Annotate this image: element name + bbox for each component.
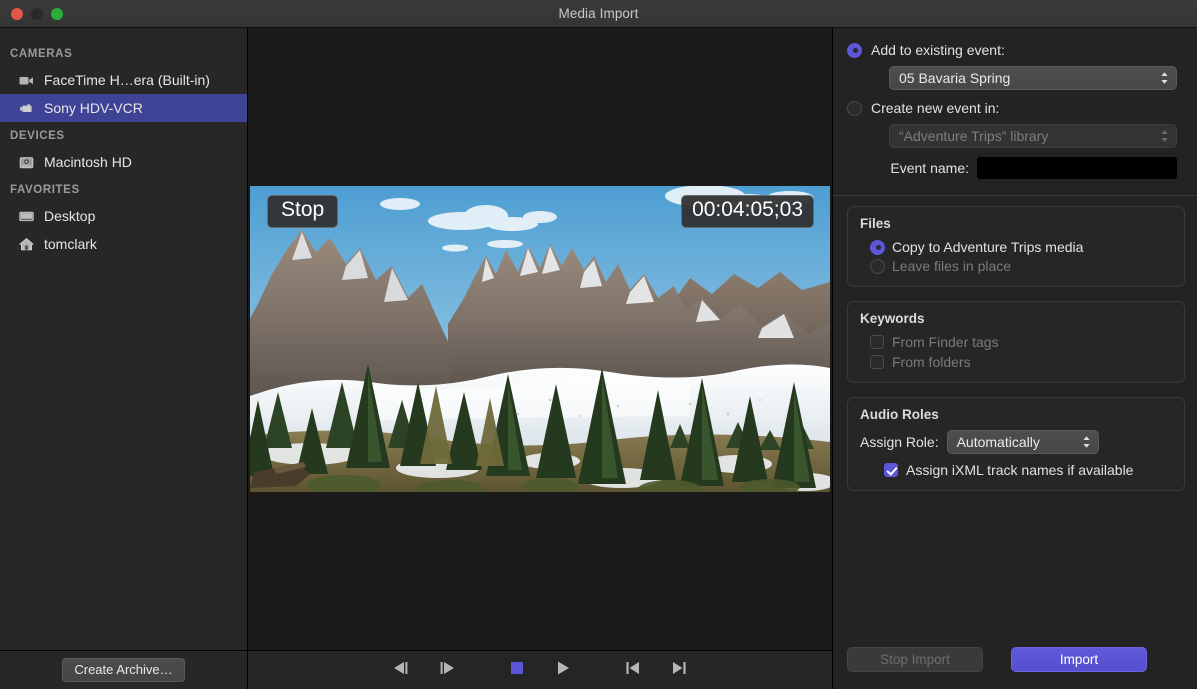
create-new-event-row[interactable]: Create new event in: — [847, 100, 1185, 116]
sidebar-item-tomclark[interactable]: tomclark — [0, 230, 247, 258]
library-select[interactable]: “Adventure Trips” library — [889, 124, 1177, 148]
title-bar: Media Import — [0, 0, 1197, 28]
zoom-button[interactable] — [51, 8, 63, 20]
copy-to-media-row[interactable]: Copy to Adventure Trips media — [870, 239, 1172, 255]
step-forward-button[interactable] — [424, 655, 470, 685]
timecode-display: 00:04:05;03 — [681, 195, 814, 228]
play-button[interactable] — [540, 655, 586, 685]
skip-to-end-icon — [670, 660, 688, 681]
import-button[interactable]: Import — [1011, 647, 1147, 672]
keywords-group: Keywords From Finder tags From folders — [847, 301, 1185, 383]
from-finder-tags-checkbox[interactable] — [870, 335, 884, 349]
traffic-lights — [11, 8, 63, 20]
leave-files-in-place-row[interactable]: Leave files in place — [870, 258, 1172, 274]
sidebar-item-macintosh-hd[interactable]: Macintosh HD — [0, 148, 247, 176]
create-new-event-radio[interactable] — [847, 101, 862, 116]
from-folders-label: From folders — [892, 354, 971, 370]
close-button[interactable] — [11, 8, 23, 20]
existing-event-select[interactable]: 05 Bavaria Spring — [889, 66, 1177, 90]
leave-files-in-place-label: Leave files in place — [892, 258, 1011, 274]
sidebar-footer: Create Archive… — [0, 650, 247, 689]
step-backward-button[interactable] — [378, 655, 424, 685]
sidebar-item-sony-hdv-vcr[interactable]: Sony HDV-VCR — [0, 94, 247, 122]
import-inspector: Add to existing event: 05 Bavaria Spring… — [833, 28, 1197, 689]
files-group-title: Files — [860, 216, 1172, 231]
from-finder-tags-row[interactable]: From Finder tags — [870, 334, 1172, 350]
sidebar-item-label: Macintosh HD — [44, 154, 132, 170]
step-forward-icon — [437, 660, 457, 681]
window-title: Media Import — [0, 6, 1197, 21]
existing-event-value: 05 Bavaria Spring — [899, 70, 1010, 86]
files-group: Files Copy to Adventure Trips media Leav… — [847, 206, 1185, 287]
fast-forward-button[interactable] — [656, 655, 702, 685]
status-badge: Stop — [267, 195, 338, 228]
step-backward-icon — [391, 660, 411, 681]
stop-square-icon — [509, 660, 525, 681]
add-to-existing-event-radio[interactable] — [847, 43, 862, 58]
home-icon — [18, 236, 35, 253]
audio-roles-group-title: Audio Roles — [860, 407, 1172, 422]
chevron-updown-icon — [1160, 71, 1169, 85]
leave-files-in-place-radio[interactable] — [870, 259, 885, 274]
copy-to-media-radio[interactable] — [870, 240, 885, 255]
transport-controls — [248, 650, 832, 689]
from-finder-tags-label: From Finder tags — [892, 334, 999, 350]
assign-ixml-label: Assign iXML track names if available — [906, 462, 1133, 478]
assign-role-value: Automatically — [957, 434, 1040, 450]
minimize-button[interactable] — [31, 8, 43, 20]
event-name-input[interactable] — [977, 157, 1177, 179]
assign-role-select[interactable]: Automatically — [947, 430, 1099, 454]
stop-button[interactable] — [494, 655, 540, 685]
audio-roles-group: Audio Roles Assign Role: Automatically A… — [847, 397, 1185, 491]
mountain-scene-image — [250, 186, 830, 492]
sidebar-item-desktop[interactable]: Desktop — [0, 202, 247, 230]
camcorder-icon — [18, 100, 35, 117]
keywords-group-title: Keywords — [860, 311, 1172, 326]
assign-role-row: Assign Role: Automatically — [860, 430, 1172, 454]
sidebar-item-label: tomclark — [44, 236, 97, 252]
assign-ixml-checkbox[interactable] — [884, 463, 898, 477]
library-value: “Adventure Trips” library — [899, 128, 1048, 144]
sidebar-section-header-favorites: FAVORITES — [0, 176, 247, 202]
from-folders-row[interactable]: From folders — [870, 354, 1172, 370]
create-new-event-label: Create new event in: — [871, 100, 999, 116]
play-icon — [554, 660, 572, 681]
media-import-window: Media Import CAMERAS FaceTime H…era (Bui… — [0, 0, 1197, 689]
add-to-existing-event-row[interactable]: Add to existing event: — [847, 42, 1185, 58]
assign-ixml-row[interactable]: Assign iXML track names if available — [884, 462, 1172, 478]
copy-to-media-label: Copy to Adventure Trips media — [892, 239, 1083, 255]
chevron-updown-icon — [1160, 129, 1169, 143]
skip-to-start-icon — [624, 660, 642, 681]
from-folders-checkbox[interactable] — [870, 355, 884, 369]
add-to-existing-event-label: Add to existing event: — [871, 42, 1005, 58]
sidebar-item-label: Desktop — [44, 208, 95, 224]
inspector-divider-1 — [833, 195, 1197, 196]
inspector-actions: Stop Import Import — [847, 647, 1185, 689]
sidebar-list: CAMERAS FaceTime H…era (Built-in) Sony H… — [0, 28, 247, 650]
assign-role-label: Assign Role: — [860, 434, 939, 450]
preview-pane: Stop 00:04:05;03 — [248, 28, 833, 689]
desktop-icon — [18, 208, 35, 225]
sidebar-section-header-devices: DEVICES — [0, 122, 247, 148]
sidebar: CAMERAS FaceTime H…era (Built-in) Sony H… — [0, 28, 248, 689]
sidebar-section-header-cameras: CAMERAS — [0, 40, 247, 66]
sidebar-item-label: Sony HDV-VCR — [44, 100, 143, 116]
video-preview[interactable]: Stop 00:04:05;03 — [250, 186, 830, 492]
sidebar-item-facetime-camera[interactable]: FaceTime H…era (Built-in) — [0, 66, 247, 94]
sidebar-item-label: FaceTime H…era (Built-in) — [44, 72, 210, 88]
event-name-label: Event name: — [869, 160, 969, 176]
stop-import-button[interactable]: Stop Import — [847, 647, 983, 672]
chevron-updown-icon — [1082, 435, 1091, 449]
event-name-row: Event name: — [847, 157, 1177, 179]
hard-drive-icon — [18, 154, 35, 171]
video-camera-icon — [18, 72, 35, 89]
rewind-button[interactable] — [610, 655, 656, 685]
preview-stage: Stop 00:04:05;03 — [248, 28, 832, 650]
create-archive-button[interactable]: Create Archive… — [62, 658, 184, 682]
